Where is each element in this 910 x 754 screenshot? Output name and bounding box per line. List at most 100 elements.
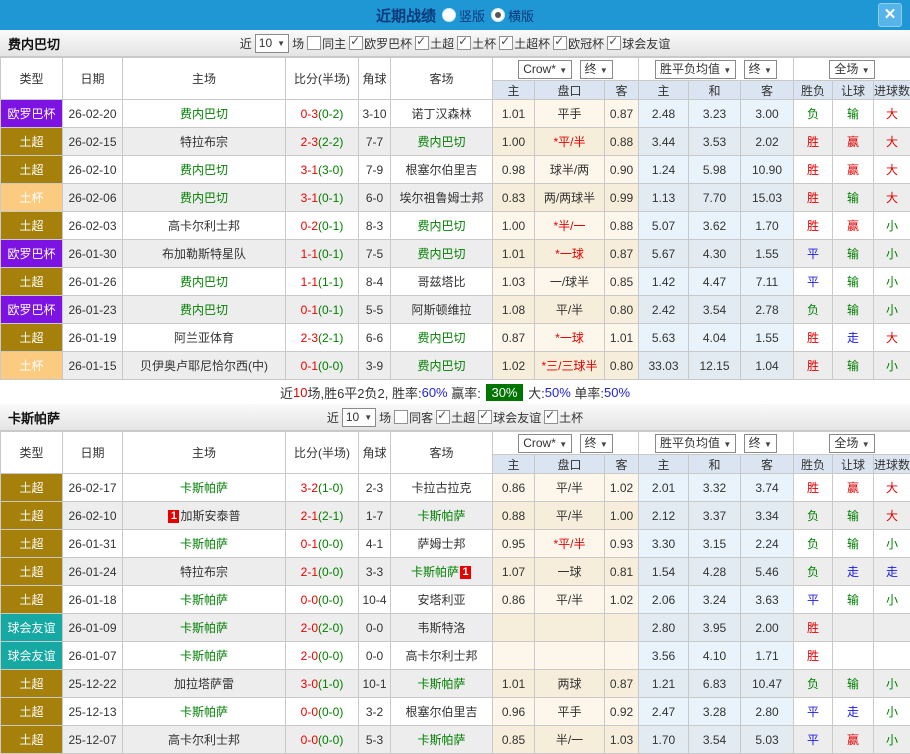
radio-icon-vertical[interactable]: [441, 8, 456, 22]
corner-count: 6-0: [358, 183, 391, 212]
fulltime-score: 2-3: [300, 134, 318, 149]
mean-away: 2.78: [739, 295, 795, 324]
league-filter-1-label: 球会友谊: [493, 410, 542, 425]
bookmaker-select[interactable]: Crow* ▼: [518, 433, 573, 453]
mean-draw: 3.95: [688, 613, 741, 642]
match-date: 26-02-17: [62, 473, 123, 502]
layout-option-horizontal[interactable]: 横版: [491, 6, 534, 25]
odds-home: 1.01: [492, 239, 535, 268]
subcol-let: 让球: [832, 454, 875, 474]
close-button[interactable]: ✕: [878, 3, 902, 27]
recent-count-select[interactable]: 10 ▼: [254, 33, 290, 53]
result-handicap: 输: [832, 183, 875, 212]
league-filter-2-label: 土杯: [472, 36, 497, 51]
away-team-label: 高卡尔利士邦: [405, 649, 478, 663]
home-team-label: 卡斯帕萨: [179, 593, 228, 607]
league-badge: 土杯: [0, 351, 63, 380]
result-goals: 小: [873, 585, 910, 614]
corner-count: 1-7: [358, 501, 391, 530]
odds-home: 1.02: [492, 351, 535, 380]
odds-home: 0.96: [492, 697, 535, 726]
match-date: 25-12-22: [62, 669, 123, 698]
match-date: 25-12-13: [62, 697, 123, 726]
halftime-score: (0-1): [318, 190, 344, 205]
league-filter-3[interactable]: 土超杯: [499, 34, 550, 52]
bookmaker-select[interactable]: Crow* ▼: [518, 59, 573, 79]
odds-home: 0.87: [492, 323, 535, 352]
home-team-label: 费内巴切: [179, 163, 228, 177]
result-wdl: 胜: [793, 183, 834, 212]
odds-home: [492, 613, 535, 642]
same-venue-filter[interactable]: 同客: [394, 409, 433, 426]
league-filter-2-checkbox[interactable]: [457, 34, 472, 50]
subcol-mean-away: 客: [739, 454, 795, 474]
league-filter-0[interactable]: 土超: [436, 408, 475, 426]
mean-home: 5.07: [638, 211, 689, 240]
mean-home: 5.67: [638, 239, 689, 268]
halftime-score: (0-1): [318, 302, 344, 317]
league-filter-3-checkbox[interactable]: [499, 34, 514, 50]
mean-home: 2.48: [638, 99, 689, 128]
fulltime-select[interactable]: 全场 ▼: [829, 433, 875, 453]
mean-stage-select[interactable]: 终 ▼: [743, 59, 777, 79]
halftime-score: (0-0): [318, 564, 344, 579]
fulltime-dropdown-group: 全场 ▼: [793, 57, 910, 81]
mean-stage-select[interactable]: 终 ▼: [743, 433, 777, 453]
league-filter-1-checkbox[interactable]: [415, 34, 430, 50]
match-date: 26-01-26: [62, 267, 123, 296]
chevron-down-icon: ▼: [364, 412, 373, 422]
col-header-home: 主场: [122, 431, 286, 474]
league-filter-2-checkbox[interactable]: [544, 408, 559, 424]
league-badge: 球会友谊: [0, 613, 63, 642]
same-venue-filter-checkbox[interactable]: [394, 410, 409, 424]
result-wdl: 胜: [793, 323, 834, 352]
result-wdl: 负: [793, 99, 834, 128]
radio-icon-horizontal[interactable]: [491, 8, 505, 22]
result-wdl: 负: [793, 557, 834, 586]
league-filter-5-checkbox[interactable]: [607, 34, 622, 50]
mean-select[interactable]: 胜平负均值 ▼: [655, 433, 737, 453]
odds-home: 1.08: [492, 295, 535, 324]
home-team-label: 加拉塔萨雷: [173, 677, 234, 691]
match-score: 1-1(0-1): [285, 239, 359, 268]
result-wdl: 平: [793, 267, 834, 296]
table-row: 土杯 26-01-15 贝伊奥卢耶尼恰尔西(中) 0-1(0-0) 3-9 费内巴切 1.0…: [0, 351, 910, 380]
result-goals: 走: [873, 557, 910, 586]
summary-segment: 场,胜6平2负2, 胜率:: [307, 385, 422, 401]
mean-select[interactable]: 胜平负均值 ▼: [655, 59, 737, 79]
result-goals: 小: [873, 529, 910, 558]
league-filter-2[interactable]: 土杯: [457, 34, 497, 52]
home-team: 卡斯帕萨: [122, 641, 286, 670]
mean-away: 3.34: [739, 501, 795, 530]
league-filter-0-checkbox[interactable]: [349, 34, 364, 50]
recent-count-select[interactable]: 10 ▼: [341, 407, 377, 427]
halftime-score: (0-0): [318, 648, 344, 663]
league-filter-1[interactable]: 土超: [415, 34, 454, 52]
league-filter-0-checkbox[interactable]: [436, 408, 451, 424]
layout-option-vertical[interactable]: 竖版: [441, 6, 485, 25]
same-venue-filter-checkbox[interactable]: [307, 36, 322, 50]
league-badge: 土超: [0, 669, 63, 698]
fulltime-score: 1-1: [300, 274, 318, 289]
league-filter-1[interactable]: 球会友谊: [478, 408, 542, 426]
table-row: 土杯 26-02-06 费内巴切 3-1(0-1) 6-0 埃尔祖鲁姆士邦 0.83 两/两球…: [0, 183, 910, 212]
match-score: 0-1(0-0): [285, 529, 359, 558]
same-venue-filter[interactable]: 同主: [307, 35, 346, 52]
home-team-label: 高卡尔利士邦: [167, 733, 240, 747]
odds-stage-select[interactable]: 终 ▼: [579, 59, 613, 79]
league-filter-4-checkbox[interactable]: [553, 34, 568, 50]
odds-home: 0.98: [492, 155, 535, 184]
league-filter-0[interactable]: 欧罗巴杯: [349, 34, 412, 52]
odds-away: 1.02: [604, 473, 639, 502]
mean-home: 1.21: [638, 669, 689, 698]
league-badge: 土超: [0, 473, 63, 502]
league-filter-1-checkbox[interactable]: [478, 408, 493, 424]
halftime-score: (2-0): [318, 620, 344, 635]
league-filter-4[interactable]: 欧冠杯: [553, 34, 604, 52]
league-filter-2[interactable]: 土杯: [544, 408, 583, 426]
league-filter-5[interactable]: 球会友谊: [607, 34, 670, 52]
odds-stage-select[interactable]: 终 ▼: [579, 433, 613, 453]
handicap-line: 平手: [534, 99, 605, 128]
fulltime-select[interactable]: 全场 ▼: [829, 59, 875, 79]
home-team: 卡斯帕萨: [122, 529, 286, 558]
